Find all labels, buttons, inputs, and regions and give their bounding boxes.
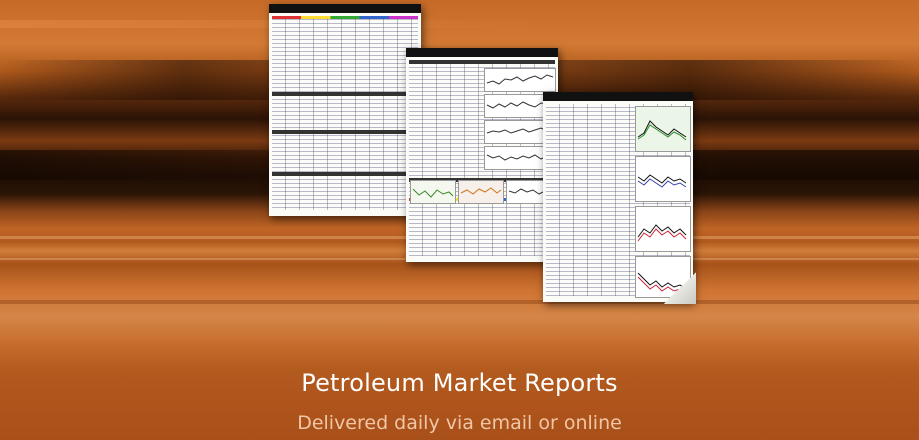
motion-streak xyxy=(0,20,919,28)
report-masthead xyxy=(269,4,421,13)
report-section-bar xyxy=(272,172,418,176)
page-curl xyxy=(664,272,696,304)
hero-subtitle: Delivered daily via email or online xyxy=(297,412,622,434)
report-thumbnail-chart xyxy=(458,180,504,204)
report-section-bar xyxy=(272,130,418,134)
report-thumbnail-chart xyxy=(635,156,691,202)
report-section-bar xyxy=(409,60,555,64)
report-document-icon xyxy=(406,48,558,262)
report-thumbnail-chart xyxy=(635,106,691,152)
report-color-band xyxy=(272,16,418,19)
report-masthead xyxy=(543,92,693,101)
report-document-icon xyxy=(269,4,421,216)
report-thumbnail-chart xyxy=(410,180,456,204)
report-section-bar xyxy=(272,92,418,96)
report-thumbnail-chart xyxy=(635,206,691,252)
motion-streak xyxy=(0,300,919,304)
report-table-lines xyxy=(272,16,418,210)
hero-title: Petroleum Market Reports xyxy=(301,369,618,397)
report-masthead xyxy=(406,48,558,57)
report-document-icon xyxy=(543,92,693,302)
report-thumbnail-chart xyxy=(484,68,556,92)
